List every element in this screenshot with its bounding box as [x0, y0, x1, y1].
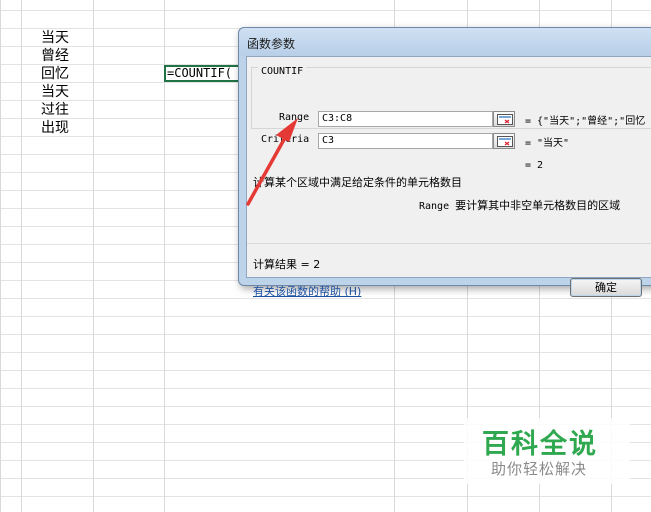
range-label: Range — [279, 112, 310, 123]
criteria-result: = "当天" — [525, 138, 570, 149]
function-name: COUNTIF — [258, 66, 307, 77]
cell-c3[interactable]: 当天 — [41, 29, 121, 47]
active-formula-cell[interactable]: =COUNTIF( — [164, 65, 240, 82]
cell-c8[interactable]: 出现 — [41, 119, 121, 137]
calculation-result: 计算结果 = 2 — [253, 258, 321, 271]
cell-c7[interactable]: 过往 — [41, 101, 121, 119]
range-input[interactable]: C3:C8 — [318, 111, 493, 127]
dialog-body: COUNTIF Range C3:C8 = {"当天";"曾经";"回忆 Cri… — [246, 56, 651, 298]
argument-help-name: Range — [419, 201, 450, 212]
function-result: = 2 — [525, 160, 544, 171]
range-result: = {"当天";"曾经";"回忆 — [525, 116, 646, 127]
watermark-logo: 百科全说 助你轻松解决 — [464, 418, 630, 484]
cell-c6[interactable]: 当天 — [41, 83, 121, 101]
ok-button[interactable]: 确定 — [570, 278, 642, 297]
cell-c4[interactable]: 曾经 — [41, 47, 121, 65]
range-collapse-button[interactable] — [493, 111, 515, 127]
criteria-label: Criteria — [261, 134, 310, 145]
argument-help: Range 要计算其中非空单元格数目的区域 — [419, 197, 620, 213]
watermark-slogan: 助你轻松解决 — [491, 460, 588, 478]
watermark-brand: 百科全说 — [482, 429, 598, 460]
function-help-link[interactable]: 有关该函数的帮助 (H) — [253, 283, 361, 299]
column-line — [21, 0, 22, 512]
argument-help-text: 要计算其中非空单元格数目的区域 — [455, 199, 621, 212]
collapse-dialog-icon — [497, 136, 513, 147]
dialog-title: 函数参数 — [247, 37, 296, 51]
function-description: 计算某个区域中满足给定条件的单元格数目 — [253, 176, 462, 189]
function-arguments-dialog: 函数参数 COUNTIF Range C3:C8 = {"当天";"曾经";"回… — [238, 27, 651, 298]
dialog-titlebar[interactable]: 函数参数 — [239, 28, 651, 56]
criteria-collapse-button[interactable] — [493, 133, 515, 149]
divider — [247, 243, 651, 244]
criteria-input[interactable]: C3 — [318, 133, 493, 149]
collapse-dialog-icon — [497, 114, 513, 125]
cell-c5[interactable]: 回忆 — [41, 65, 121, 83]
